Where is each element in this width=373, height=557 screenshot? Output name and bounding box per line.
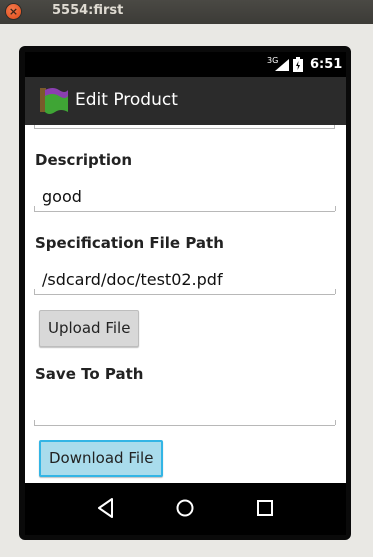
window-title: 5554:first <box>52 3 124 18</box>
previous-field-input[interactable] <box>34 125 335 129</box>
page-title: Edit Product <box>75 90 178 110</box>
clock: 6:51 <box>310 57 343 72</box>
save-path-label: Save To Path <box>35 365 144 383</box>
battery-icon <box>293 57 303 72</box>
download-file-button[interactable]: Download File <box>39 440 164 477</box>
save-path-input[interactable] <box>34 398 336 426</box>
app-icon[interactable] <box>39 86 69 114</box>
spec-path-input[interactable]: /sdcard/doc/test02.pdf <box>34 267 336 295</box>
window-titlebar: × 5554:first <box>0 0 373 24</box>
recents-icon[interactable] <box>255 497 275 519</box>
action-bar: Edit Product <box>25 77 346 125</box>
description-input[interactable]: good <box>34 184 336 212</box>
window-close-button[interactable]: × <box>6 4 21 19</box>
navigation-bar <box>25 483 346 535</box>
upload-file-button[interactable]: Upload File <box>39 310 140 347</box>
spec-path-label: Specification File Path <box>35 234 224 252</box>
form-content[interactable]: Description good Specification File Path… <box>25 125 346 483</box>
signal-icon <box>275 59 289 71</box>
description-label: Description <box>35 151 133 169</box>
home-icon[interactable] <box>174 497 196 519</box>
status-bar: 3G 6:51 <box>25 52 346 77</box>
back-icon[interactable] <box>96 497 114 519</box>
